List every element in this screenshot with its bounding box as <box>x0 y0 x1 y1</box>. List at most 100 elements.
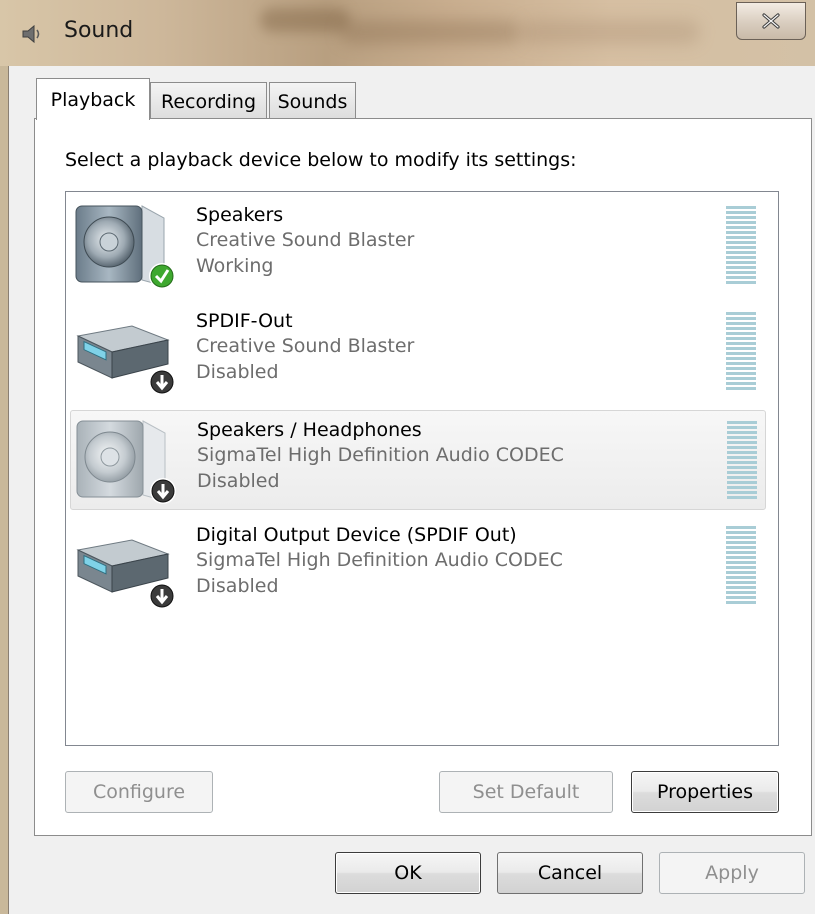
meter-segment <box>726 312 756 315</box>
meter-segment <box>726 337 756 340</box>
meter-segment <box>726 271 756 274</box>
meter-segment <box>726 342 756 345</box>
meter-segment <box>727 491 757 494</box>
apply-button[interactable]: Apply <box>659 852 805 894</box>
volume-meter <box>726 206 756 284</box>
meter-segment <box>726 571 756 574</box>
meter-segment <box>726 541 756 544</box>
meter-segment <box>726 367 756 370</box>
meter-segment <box>727 446 757 449</box>
meter-segment <box>727 466 757 469</box>
meter-segment <box>726 206 756 209</box>
meter-segment <box>726 216 756 219</box>
meter-segment <box>727 431 757 434</box>
cancel-button[interactable]: Cancel <box>497 852 643 894</box>
meter-segment <box>726 526 756 529</box>
close-button[interactable] <box>736 2 806 40</box>
digital-receiver-icon <box>76 325 175 395</box>
device-status: Working <box>196 255 274 277</box>
playback-panel: Select a playback device below to modify… <box>34 118 812 836</box>
sound-dialog: Playback Recording Sounds Select a playb… <box>8 66 815 914</box>
meter-segment <box>726 226 756 229</box>
configure-label: Configure <box>92 781 186 803</box>
device-item-speakers[interactable]: Speakers Creative Sound Blaster Working <box>70 196 766 296</box>
device-item-digital-output[interactable]: Digital Output Device (SPDIF Out) SigmaT… <box>70 516 766 616</box>
meter-segment <box>726 601 756 604</box>
meter-segment <box>727 456 757 459</box>
apply-label: Apply <box>705 862 759 884</box>
meter-segment <box>726 352 756 355</box>
meter-segment <box>726 322 756 325</box>
meter-segment <box>726 276 756 279</box>
cancel-label: Cancel <box>537 862 603 884</box>
meter-segment <box>726 241 756 244</box>
meter-segment <box>727 436 757 439</box>
meter-segment <box>726 357 756 360</box>
close-icon <box>762 13 780 29</box>
volume-meter <box>726 526 756 604</box>
digital-receiver-icon <box>76 539 175 609</box>
set-default-button[interactable]: Set Default <box>439 771 613 813</box>
meter-segment <box>727 451 757 454</box>
device-name: SPDIF-Out <box>196 310 293 332</box>
properties-label: Properties <box>656 781 754 803</box>
meter-segment <box>726 531 756 534</box>
meter-segment <box>726 266 756 269</box>
speaker-icon <box>75 205 175 289</box>
window-title: Sound <box>64 18 134 43</box>
title-bar: Sound <box>0 0 815 66</box>
playback-device-list[interactable]: Speakers Creative Sound Blaster Working … <box>65 191 779 746</box>
meter-segment <box>726 536 756 539</box>
meter-segment <box>726 546 756 549</box>
tab-recording-label: Recording <box>160 90 257 113</box>
meter-segment <box>726 382 756 385</box>
ok-label: OK <box>394 862 422 884</box>
set-default-label: Set Default <box>472 781 580 803</box>
meter-segment <box>727 441 757 444</box>
configure-button[interactable]: Configure <box>65 771 213 813</box>
meter-segment <box>726 387 756 390</box>
device-name: Speakers <box>196 204 284 226</box>
meter-segment <box>726 561 756 564</box>
meter-segment <box>726 327 756 330</box>
meter-segment <box>726 231 756 234</box>
device-item-spdif-out[interactable]: SPDIF-Out Creative Sound Blaster Disable… <box>70 302 766 402</box>
meter-segment <box>726 261 756 264</box>
meter-segment <box>726 551 756 554</box>
meter-segment <box>726 362 756 365</box>
meter-segment <box>727 421 757 424</box>
tab-sounds-label: Sounds <box>277 90 348 113</box>
meter-segment <box>727 471 757 474</box>
device-driver: Creative Sound Blaster <box>196 229 415 251</box>
meter-segment <box>727 476 757 479</box>
sound-speaker-icon <box>22 24 40 44</box>
volume-meter <box>726 312 756 390</box>
tab-playback[interactable]: Playback <box>36 78 150 120</box>
meter-segment <box>727 426 757 429</box>
device-status: Disabled <box>196 575 279 597</box>
device-name: Speakers / Headphones <box>197 419 422 441</box>
device-status: Disabled <box>197 470 280 492</box>
meter-segment <box>727 481 757 484</box>
tab-recording[interactable]: Recording <box>150 82 267 120</box>
meter-segment <box>726 576 756 579</box>
meter-segment <box>726 281 756 284</box>
properties-button[interactable]: Properties <box>631 771 779 813</box>
meter-segment <box>727 486 757 489</box>
device-driver: SigmaTel High Definition Audio CODEC <box>197 444 564 466</box>
meter-segment <box>726 251 756 254</box>
meter-segment <box>727 496 757 499</box>
meter-segment <box>726 372 756 375</box>
playback-instruction: Select a playback device below to modify… <box>65 149 577 171</box>
ok-button[interactable]: OK <box>335 852 481 894</box>
device-name: Digital Output Device (SPDIF Out) <box>196 524 517 546</box>
meter-segment <box>726 566 756 569</box>
meter-segment <box>726 586 756 589</box>
meter-segment <box>726 332 756 335</box>
device-item-speakers-headphones[interactable]: Speakers / Headphones SigmaTel High Defi… <box>70 410 766 510</box>
tab-sounds[interactable]: Sounds <box>269 82 356 120</box>
speaker-icon <box>76 420 176 504</box>
meter-segment <box>726 211 756 214</box>
meter-segment <box>726 591 756 594</box>
meter-segment <box>726 347 756 350</box>
